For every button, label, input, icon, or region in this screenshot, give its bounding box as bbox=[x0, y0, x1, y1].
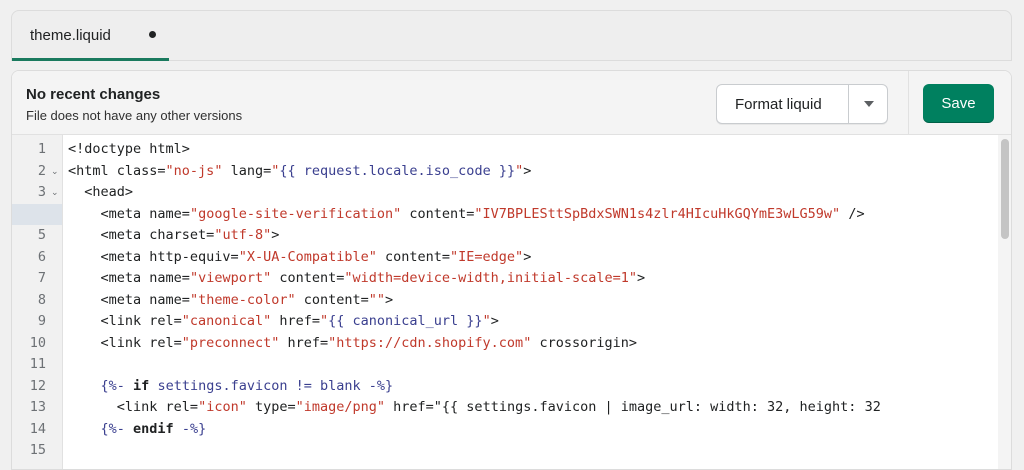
code-line[interactable]: <meta name="viewport" content="width=dev… bbox=[68, 268, 646, 290]
code-line[interactable]: <meta http-equiv="X-UA-Compatible" conte… bbox=[68, 247, 532, 269]
version-status-subtitle: File does not have any other versions bbox=[26, 108, 243, 123]
editor-header: No recent changes File does not have any… bbox=[12, 71, 1011, 135]
code-line[interactable]: <!doctype html> bbox=[68, 139, 190, 161]
editor-panel: No recent changes File does not have any… bbox=[11, 70, 1012, 470]
divider bbox=[908, 71, 909, 134]
code-line[interactable]: {%- endif -%} bbox=[68, 419, 207, 441]
line-number: 13 bbox=[29, 399, 46, 415]
code-line[interactable]: <link rel="preconnect" href="https://cdn… bbox=[68, 333, 638, 355]
scrollbar-thumb[interactable] bbox=[1001, 139, 1009, 239]
line-number: 5 bbox=[37, 227, 46, 243]
line-number: 8 bbox=[37, 291, 46, 308]
save-label: Save bbox=[941, 95, 976, 112]
line-number: 3 bbox=[37, 184, 46, 200]
format-liquid-button[interactable]: Format liquid bbox=[717, 85, 848, 123]
save-button[interactable]: Save bbox=[923, 84, 994, 123]
code-line[interactable]: <head> bbox=[68, 182, 133, 204]
caret-down-icon bbox=[864, 101, 874, 107]
line-number: 2 bbox=[37, 162, 46, 179]
line-number: 15 bbox=[29, 442, 46, 458]
code-line[interactable]: <meta name="theme-color" content=""> bbox=[68, 290, 394, 312]
code-line[interactable]: {%- if settings.favicon != blank -%} bbox=[68, 376, 394, 398]
line-number: 10 bbox=[29, 334, 46, 351]
divider bbox=[62, 135, 63, 469]
fold-chevron-icon[interactable]: ⌄ bbox=[51, 161, 59, 183]
line-number: 14 bbox=[29, 420, 46, 437]
tab-theme-liquid[interactable]: theme.liquid bbox=[12, 11, 169, 61]
line-number: 7 bbox=[37, 270, 46, 286]
line-number: 11 bbox=[29, 356, 46, 372]
unsaved-dot-icon bbox=[149, 31, 156, 38]
code-editor[interactable]: 12⌄3⌄456789101112131415 <!doctype html><… bbox=[12, 135, 1011, 469]
format-options-dropdown[interactable] bbox=[849, 85, 887, 123]
vertical-scrollbar[interactable] bbox=[998, 135, 1011, 469]
version-status-title: No recent changes bbox=[26, 86, 161, 103]
line-number: 1 bbox=[37, 141, 46, 157]
tab-bar: theme.liquid bbox=[11, 10, 1012, 61]
tab-label: theme.liquid bbox=[30, 27, 111, 44]
line-number: 12 bbox=[29, 377, 46, 394]
code-line[interactable]: <link rel="canonical" href="{{ canonical… bbox=[68, 311, 499, 333]
line-number: 6 bbox=[37, 248, 46, 265]
code-line[interactable]: <link rel="icon" type="image/png" href="… bbox=[68, 397, 881, 419]
code-line[interactable]: <meta charset="utf-8"> bbox=[68, 225, 280, 247]
line-number: 9 bbox=[37, 313, 46, 329]
fold-chevron-icon[interactable]: ⌄ bbox=[51, 182, 59, 204]
format-button-group: Format liquid bbox=[716, 84, 888, 124]
format-liquid-label: Format liquid bbox=[735, 96, 822, 113]
line-number-gutter: 12⌄3⌄456789101112131415 bbox=[12, 135, 62, 469]
code-line[interactable]: <html class="no-js" lang="{{ request.loc… bbox=[68, 161, 531, 183]
active-line-gutter bbox=[12, 203, 62, 225]
code-line[interactable]: <meta name="google-site-verification" co… bbox=[68, 204, 865, 226]
